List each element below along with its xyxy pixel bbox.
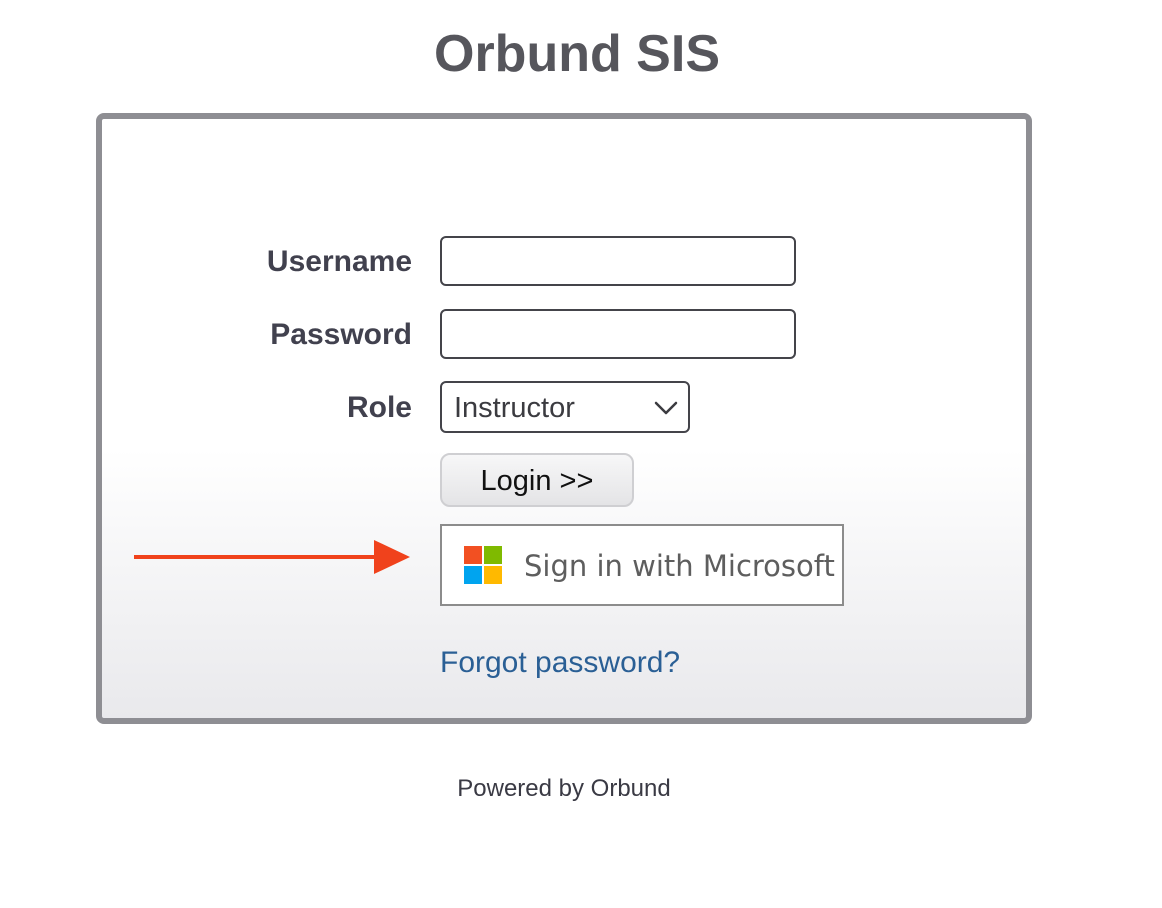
- login-page: Orbund SIS Username Password Role Instru…: [0, 0, 1162, 908]
- username-label: Username: [266, 245, 412, 278]
- footer-powered-by: Powered by Orbund: [457, 775, 671, 802]
- role-selected-value: Instructor: [454, 392, 575, 424]
- password-input[interactable]: [440, 309, 796, 359]
- forgot-password-link[interactable]: Forgot password?: [440, 645, 680, 681]
- role-select[interactable]: Instructor: [440, 381, 690, 433]
- chevron-down-icon: [654, 401, 678, 415]
- sign-in-with-microsoft-button[interactable]: Sign in with Microsoft: [440, 524, 844, 606]
- username-input[interactable]: [440, 236, 796, 286]
- arrow-right-icon: [134, 540, 410, 574]
- role-label: Role: [346, 391, 412, 424]
- page-title: Orbund SIS: [434, 25, 720, 83]
- login-panel: Username Password Role Instructor Login …: [96, 113, 1032, 724]
- microsoft-logo-icon: [464, 546, 502, 584]
- password-label: Password: [270, 318, 412, 351]
- microsoft-button-label: Sign in with Microsoft: [524, 549, 835, 583]
- login-button[interactable]: Login >>: [440, 453, 634, 507]
